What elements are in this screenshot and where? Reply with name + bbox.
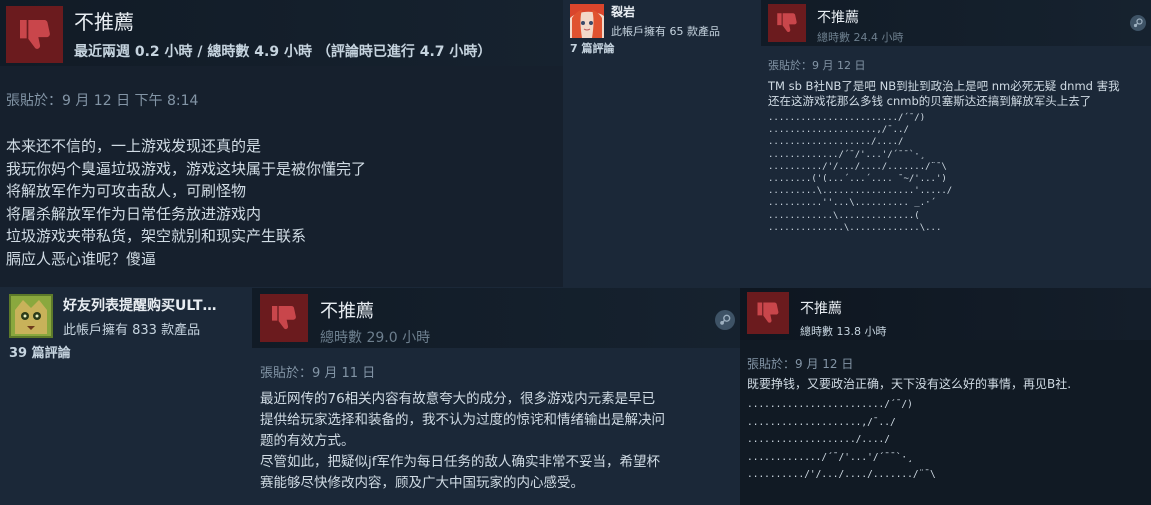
- review-body: TM sb B社NB了是吧 NB到扯到政治上是吧 nm必死无疑 dnmd 害我 …: [768, 79, 1120, 108]
- review-verdict: 不推薦: [320, 301, 374, 322]
- avatar[interactable]: [9, 294, 53, 338]
- review-card-3: 不推薦 總時數 24.4 小時 張貼於：9 月 12 日 TM sb B社NB了…: [761, 0, 1151, 287]
- thumbs-down-icon: [768, 4, 806, 42]
- review-body: 既要挣钱，又要政治正确，天下没有这么好的事情，再见B社.: [747, 377, 1072, 391]
- playtime-hours: 總時數 29.0 小時: [320, 330, 431, 346]
- review-count[interactable]: 7 篇評論: [570, 40, 614, 56]
- review-card-5: 不推薦 總時數 29.0 小時 張貼於：9 月 11 日 最近网传的76相关内容…: [252, 288, 740, 505]
- ascii-art: ......................../´¯/) ..........…: [747, 399, 936, 480]
- review-verdict: 不推薦: [817, 10, 859, 26]
- reviewer-card-2: 裂岩 此帳戶擁有 65 款產品 7 篇評論: [564, 0, 761, 287]
- reviewer-card-4: 好友列表提醒购买ULT… 此帳戶擁有 833 款產品 39 篇評論: [0, 288, 252, 505]
- products-owned[interactable]: 此帳戶擁有 65 款產品: [611, 23, 720, 39]
- review-verdict: 不推薦: [74, 10, 134, 34]
- posted-date: 張貼於：9 月 11 日: [260, 366, 376, 381]
- avatar[interactable]: [570, 4, 604, 38]
- review-count[interactable]: 39 篇評論: [9, 342, 71, 361]
- ascii-art: ......................../´¯/) ..........…: [768, 113, 953, 233]
- posted-date: 張貼於：9 月 12 日 下午 8:14: [6, 93, 199, 109]
- posted-date: 張貼於：9 月 12 日: [747, 357, 854, 371]
- review-card-1: 不推薦 最近兩週 0.2 小時 / 總時數 4.9 小時 （評論時已進行 4.7…: [0, 0, 563, 287]
- review-body: 本来还不信的，一上游戏发现还真的是 我玩你妈个臭逼垃圾游戏，游戏这块属于是被你懂…: [6, 137, 367, 268]
- review-header: 不推薦 總時數 24.4 小時: [761, 0, 1151, 46]
- review-header: 不推薦 總時數 29.0 小時: [252, 288, 740, 348]
- reviewer-name[interactable]: 裂岩: [611, 3, 751, 20]
- review-header: 不推薦 總時數 13.8 小時: [740, 288, 1151, 340]
- playtime-hours: 總時數 24.4 小時: [817, 31, 904, 44]
- thumbs-down-icon: [6, 6, 63, 63]
- thumbs-down-icon: [747, 292, 789, 334]
- playtime-hours: 總時數 13.8 小時: [800, 325, 887, 338]
- steam-logo-icon: [715, 310, 735, 330]
- review-verdict: 不推薦: [800, 301, 842, 317]
- posted-date: 張貼於：9 月 12 日: [768, 59, 866, 72]
- review-header: 不推薦 最近兩週 0.2 小時 / 總時數 4.9 小時 （評論時已進行 4.7…: [0, 0, 563, 66]
- playtime-hours: 最近兩週 0.2 小時 / 總時數 4.9 小時 （評論時已進行 4.7 小時）: [74, 44, 492, 60]
- products-owned[interactable]: 此帳戶擁有 833 款產品: [63, 319, 200, 338]
- review-body: 最近网传的76相关内容有故意夸大的成分，很多游戏内元素是早已 提供给玩家选择和装…: [260, 391, 665, 491]
- review-card-6: 不推薦 總時數 13.8 小時 張貼於：9 月 12 日 既要挣钱，又要政治正确…: [740, 288, 1151, 505]
- reviewer-name[interactable]: 好友列表提醒购买ULT…: [63, 295, 243, 315]
- thumbs-down-icon: [260, 294, 308, 342]
- steam-logo-icon: [1130, 15, 1146, 31]
